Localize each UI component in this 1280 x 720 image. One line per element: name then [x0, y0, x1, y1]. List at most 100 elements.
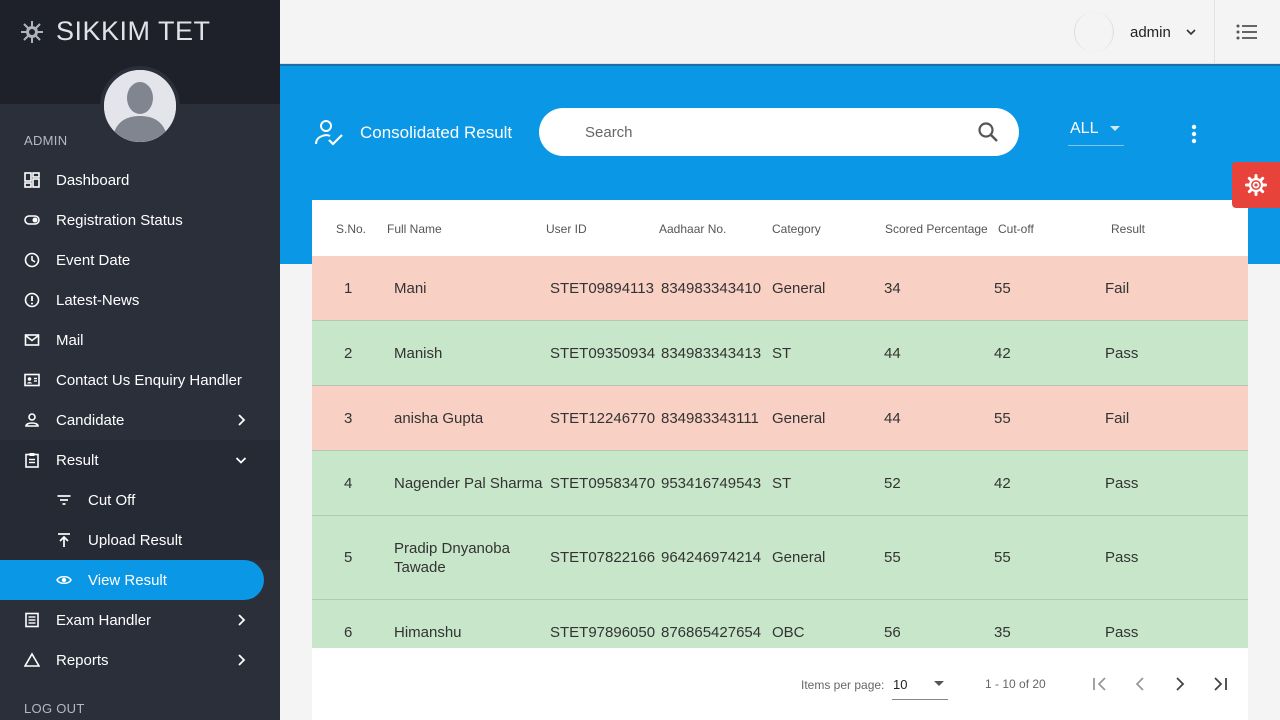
cell-sno: 2: [344, 345, 353, 362]
cell-score: 55: [884, 549, 901, 566]
table-row[interactable]: 3 anisha Gupta STET12246770 834983343111…: [312, 386, 1248, 451]
cell-result: Pass: [1105, 624, 1139, 641]
cell-category: ST: [772, 475, 792, 492]
cell-aadhaar: 834983343413: [661, 345, 762, 362]
sidebar-item-label: Upload Result: [88, 531, 183, 549]
cell-cutoff: 55: [994, 549, 1011, 566]
sidebar-item-exam-handler[interactable]: Exam Handler: [0, 600, 280, 640]
dropdown-arrow-icon: [934, 681, 944, 686]
sidebar-item-event-date[interactable]: Event Date: [0, 240, 280, 280]
column-header-user-id[interactable]: User ID: [546, 222, 587, 236]
settings-button[interactable]: [1232, 162, 1280, 208]
toggle-icon: [24, 212, 40, 228]
column-header-sno[interactable]: S.No.: [336, 222, 366, 236]
sidebar: SIKKIM TET ADMIN Dashboard Registration …: [0, 0, 280, 720]
dashboard-icon: [24, 172, 40, 188]
cell-user-id: STET07822166: [550, 549, 656, 566]
user-silhouette-icon: [104, 70, 176, 142]
sidebar-item-candidate[interactable]: Candidate: [0, 400, 280, 440]
triangle-icon: [24, 652, 40, 668]
cell-user-id: STET09350934: [550, 345, 656, 362]
sidebar-item-label: Cut Off: [88, 491, 136, 509]
logout-link[interactable]: LOG OUT: [24, 701, 85, 716]
chevron-right-icon: [238, 614, 246, 626]
cell-name: Mani: [394, 280, 427, 297]
column-header-full-name[interactable]: Full Name: [387, 222, 442, 236]
cell-cutoff: 55: [994, 410, 1011, 427]
table-row[interactable]: 6 Himanshu STET97896050 876865427654 OBC…: [312, 600, 1248, 648]
cell-name: Manish: [394, 345, 443, 362]
cell-cutoff: 42: [994, 475, 1011, 492]
table-header: S.No. Full Name User ID Aadhaar No. Cate…: [312, 200, 1248, 256]
cell-user-id: STET09583470: [550, 475, 656, 492]
sidebar-item-label: Exam Handler: [56, 611, 152, 629]
app-title: SIKKIM TET: [56, 16, 211, 46]
cell-sno: 3: [344, 410, 353, 427]
person-check-icon: [315, 120, 343, 146]
cell-result: Pass: [1105, 549, 1139, 566]
sidebar-item-dashboard[interactable]: Dashboard: [0, 160, 280, 200]
chevron-down-icon[interactable]: [1185, 26, 1197, 38]
column-header-aadhaar[interactable]: Aadhaar No.: [659, 222, 726, 236]
sidebar-item-upload-result[interactable]: Upload Result: [0, 520, 280, 560]
cell-score: 34: [884, 280, 901, 297]
column-header-cut-off[interactable]: Cut-off: [998, 222, 1034, 236]
cell-name: Nagender Pal Sharma: [394, 475, 543, 492]
person-icon: [24, 412, 40, 428]
list-menu-icon[interactable]: [1236, 22, 1258, 42]
sidebar-item-label: Contact Us Enquiry Handler: [56, 371, 242, 389]
table-row[interactable]: 4 Nagender Pal Sharma STET09583470 95341…: [312, 451, 1248, 516]
cell-category: General: [772, 410, 826, 427]
table-row[interactable]: 2 Manish STET09350934 834983343413 ST 44…: [312, 321, 1248, 386]
cell-cutoff: 35: [994, 624, 1011, 641]
contact-card-icon: [24, 372, 40, 388]
cell-category: ST: [772, 345, 792, 362]
user-avatar[interactable]: [1074, 12, 1114, 52]
result-filter-select[interactable]: ALL: [1068, 118, 1124, 146]
user-menu-name[interactable]: admin: [1130, 24, 1171, 41]
first-page-icon[interactable]: [1090, 674, 1110, 694]
admin-avatar[interactable]: [100, 66, 180, 146]
cell-sno: 5: [344, 549, 353, 566]
cell-score: 52: [884, 475, 901, 492]
sidebar-item-latest-news[interactable]: Latest-News: [0, 280, 280, 320]
items-per-page-label: Items per page:: [801, 678, 885, 692]
table-row[interactable]: 1 Mani STET09894113 834983343410 General…: [312, 256, 1248, 321]
sidebar-item-reports[interactable]: Reports: [0, 640, 280, 680]
sidebar-item-registration-status[interactable]: Registration Status: [0, 200, 280, 240]
sidebar-nav: Dashboard Registration Status Event Date…: [0, 160, 280, 680]
cell-result: Fail: [1105, 280, 1130, 297]
chevron-down-icon: [235, 457, 247, 464]
cell-aadhaar: 953416749543: [661, 475, 762, 492]
cell-aadhaar: 834983343111: [661, 410, 759, 427]
chevron-right-icon: [238, 414, 246, 426]
sidebar-item-result[interactable]: Result: [0, 440, 280, 480]
column-header-result[interactable]: Result: [1111, 222, 1145, 236]
sidebar-item-contact-us[interactable]: Contact Us Enquiry Handler: [0, 360, 280, 400]
cell-category: General: [772, 549, 826, 566]
previous-page-icon[interactable]: [1130, 674, 1150, 694]
last-page-icon[interactable]: [1210, 674, 1230, 694]
cell-cutoff: 55: [994, 280, 1011, 297]
dropdown-arrow-icon: [1110, 126, 1120, 131]
alert-circle-icon: [24, 292, 40, 308]
table-body: 1 Mani STET09894113 834983343410 General…: [312, 256, 1248, 648]
column-header-category[interactable]: Category: [772, 222, 821, 236]
search-icon[interactable]: [977, 121, 999, 143]
table-row[interactable]: 5 Pradip Dnyanoba Tawade STET07822166 96…: [312, 516, 1248, 600]
next-page-icon[interactable]: [1170, 674, 1190, 694]
page-size-select[interactable]: 10: [892, 672, 948, 700]
column-header-scored-percentage[interactable]: Scored Percentage: [885, 222, 988, 236]
cell-user-id: STET09894113: [550, 280, 654, 297]
filter-value: ALL: [1070, 120, 1099, 137]
sidebar-item-mail[interactable]: Mail: [0, 320, 280, 360]
search-input[interactable]: [585, 120, 965, 144]
sidebar-item-cut-off[interactable]: Cut Off: [0, 480, 280, 520]
sidebar-item-view-result[interactable]: View Result: [0, 560, 264, 600]
cell-cutoff: 42: [994, 345, 1011, 362]
more-vert-icon[interactable]: [1184, 123, 1204, 145]
list-doc-icon: [24, 612, 40, 628]
filter-lines-icon: [56, 492, 72, 508]
cell-aadhaar: 834983343410: [661, 280, 762, 297]
cell-result: Pass: [1105, 475, 1139, 492]
